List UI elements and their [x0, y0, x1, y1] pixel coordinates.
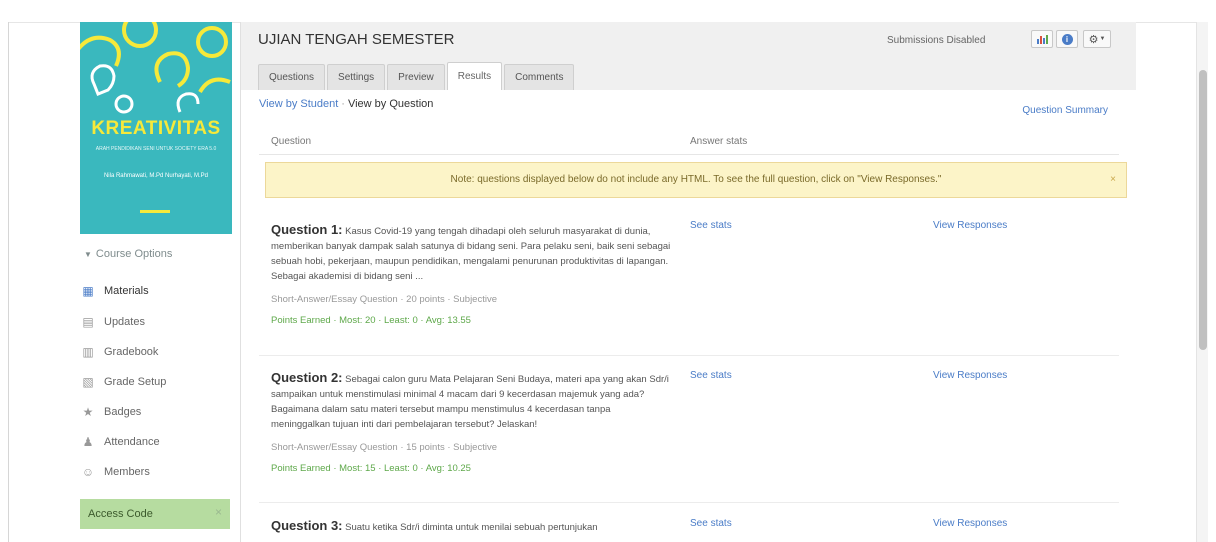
question-meta: Short-Answer/Essay Question · 15 points …	[271, 442, 497, 453]
info-note: Note: questions displayed below do not i…	[265, 162, 1127, 198]
view-by-question-link[interactable]: View by Question	[348, 98, 433, 110]
chevron-down-icon: ▼	[1099, 36, 1106, 42]
scrollbar-thumb[interactable]	[1199, 70, 1207, 350]
grade-setup-icon: ▧	[82, 375, 94, 389]
question-label: Question 2:	[271, 370, 343, 385]
view-by-student-link[interactable]: View by Student	[259, 98, 338, 110]
question-text: Question 3: Suatu ketika Sdr/i diminta u…	[271, 518, 671, 535]
note-text: Note: questions displayed below do not i…	[450, 174, 942, 185]
gradebook-icon: ▥	[82, 345, 94, 359]
cover-author: Nila Rahmawati, M.Pd Nurhayati, M.Pd	[103, 173, 209, 179]
members-icon: ☺	[81, 465, 95, 479]
lightbulb-pattern-icon	[80, 22, 231, 114]
question-row: Question 3: Suatu ketika Sdr/i diminta u…	[271, 518, 671, 535]
see-stats-link[interactable]: See stats	[690, 220, 732, 231]
course-options-label: Course Options	[95, 248, 173, 260]
column-header-answer-stats: Answer stats	[690, 136, 748, 147]
course-cover-image[interactable]: KREATIVITAS ARAH PENDIDIKAN SENI UNTUK S…	[80, 22, 232, 234]
sidebar-item-label: Grade Setup	[104, 376, 167, 388]
separator: ·	[341, 98, 345, 110]
view-responses-link[interactable]: View Responses	[933, 518, 1007, 529]
question-body: Suatu ketika Sdr/i diminta untuk menilai…	[345, 522, 598, 533]
sidebar-item-badges[interactable]: ★ Badges	[80, 399, 240, 425]
results-content: View by Student · View by Question Questio…	[241, 90, 1136, 542]
sidebar-item-label: Materials	[104, 285, 149, 297]
course-options-toggle[interactable]: ▼ Course Options	[84, 248, 172, 260]
question-summary-link[interactable]: Question Summary	[1022, 105, 1108, 116]
gear-icon: ⚙	[1088, 33, 1099, 46]
tab-results[interactable]: Results	[446, 62, 503, 90]
question-text: Question 1: Kasus Covid-19 yang tengah d…	[271, 222, 671, 284]
sidebar-item-label: Gradebook	[104, 346, 159, 358]
access-code-panel[interactable]: Access Code ×	[80, 499, 230, 529]
points-earned: Points Earned · Most: 20 · Least: 0 · Av…	[271, 315, 471, 326]
chevron-down-icon: ▼	[84, 250, 92, 259]
tab-preview[interactable]: Preview	[387, 64, 445, 90]
assessment-header: UJIAN TENGAH SEMESTER Submissions Disabl…	[241, 22, 1136, 90]
row-divider	[259, 355, 1119, 356]
sidebar-item-label: Updates	[104, 316, 145, 328]
sidebar-item-members[interactable]: ☺ Members	[80, 459, 240, 485]
settings-menu-button[interactable]: ⚙ ▼	[1083, 30, 1111, 48]
question-text: Question 2: Sebagai calon guru Mata Pela…	[271, 370, 671, 432]
sidebar-item-grade-setup[interactable]: ▧ Grade Setup	[80, 369, 240, 395]
access-code-label: Access Code	[88, 508, 153, 520]
materials-icon: ▦	[82, 284, 94, 298]
submissions-status: Submissions Disabled	[887, 35, 986, 46]
page-title: UJIAN TENGAH SEMESTER	[258, 31, 455, 48]
page: KREATIVITAS ARAH PENDIDIKAN SENI UNTUK S…	[0, 0, 1216, 542]
attendance-icon: ♟	[82, 435, 94, 449]
sidebar-item-label: Members	[104, 466, 150, 478]
question-meta: Short-Answer/Essay Question · 20 points …	[271, 294, 497, 305]
info-button[interactable]: i	[1056, 30, 1078, 48]
question-label: Question 3:	[271, 518, 343, 533]
badge-icon: ★	[82, 405, 94, 419]
tab-settings[interactable]: Settings	[327, 64, 386, 90]
row-divider	[259, 502, 1119, 503]
sidebar-item-updates[interactable]: ▤ Updates	[80, 309, 240, 335]
analytics-button[interactable]	[1031, 30, 1053, 48]
tab-bar: Questions Settings Preview Results Comme…	[258, 62, 576, 90]
sidebar-item-label: Badges	[104, 406, 142, 418]
question-row: Question 2: Sebagai calon guru Mata Pela…	[271, 370, 671, 474]
info-icon: i	[1061, 33, 1073, 45]
cover-divider	[140, 210, 170, 213]
sidebar-item-materials[interactable]: ▦ Materials	[80, 278, 242, 304]
close-icon[interactable]: ×	[1110, 163, 1116, 197]
column-header-question: Question	[271, 136, 312, 147]
view-responses-link[interactable]: View Responses	[933, 370, 1007, 381]
view-responses-link[interactable]: View Responses	[933, 220, 1007, 231]
tab-questions[interactable]: Questions	[258, 64, 326, 90]
sidebar-item-gradebook[interactable]: ▥ Gradebook	[80, 339, 240, 365]
close-icon[interactable]: ×	[215, 505, 222, 519]
bar-chart-icon	[1037, 35, 1048, 44]
cover-subtitle: ARAH PENDIDIKAN SENI UNTUK SOCIETY ERA 5…	[95, 146, 217, 152]
see-stats-link[interactable]: See stats	[690, 370, 732, 381]
see-stats-link[interactable]: See stats	[690, 518, 732, 529]
cover-title: KREATIVITAS	[91, 118, 221, 139]
left-border	[8, 22, 9, 542]
tab-comments[interactable]: Comments	[504, 64, 575, 90]
page-scrollbar[interactable]	[1196, 22, 1208, 542]
points-earned: Points Earned · Most: 15 · Least: 0 · Av…	[271, 463, 471, 474]
updates-icon: ▤	[82, 315, 94, 329]
question-label: Question 1:	[271, 222, 343, 237]
sidebar-item-attendance[interactable]: ♟ Attendance	[80, 429, 240, 455]
sidebar: KREATIVITAS ARAH PENDIDIKAN SENI UNTUK S…	[80, 22, 242, 542]
view-switcher: View by Student · View by Question	[259, 98, 433, 110]
sidebar-item-label: Attendance	[104, 436, 160, 448]
question-row: Question 1: Kasus Covid-19 yang tengah d…	[271, 222, 671, 326]
header-divider	[259, 154, 1119, 155]
main-panel: UJIAN TENGAH SEMESTER Submissions Disabl…	[240, 22, 1136, 542]
